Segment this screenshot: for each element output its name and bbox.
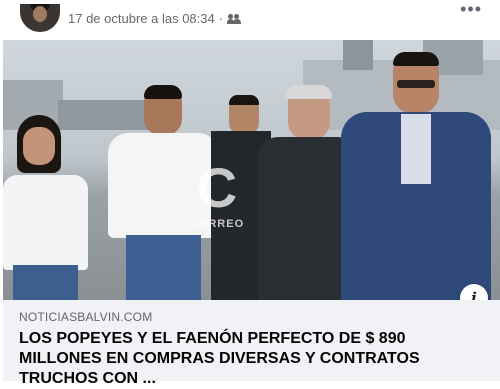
link-domain: NOTICIASBALVIN.COM — [19, 310, 153, 324]
post-photo[interactable]: C CORREO — [3, 40, 500, 300]
friends-icon[interactable] — [227, 13, 242, 25]
watermark-text: CORREO — [189, 218, 245, 230]
more-options-button[interactable]: ••• — [460, 0, 482, 18]
watermark-logo: C — [196, 156, 238, 219]
post-header: 17 de octubre a las 08:34 · ••• — [0, 0, 500, 40]
link-headline[interactable]: LOS POPEYES Y EL FAENÓN PERFECTO DE $ 89… — [19, 329, 489, 389]
correo-watermark: C CORREO — [185, 158, 249, 246]
avatar-face — [33, 6, 47, 22]
meta-separator: · — [218, 11, 224, 26]
post-meta: 17 de octubre a las 08:34 · — [68, 11, 242, 26]
avatar[interactable] — [20, 4, 60, 32]
post-timestamp[interactable]: 17 de octubre a las 08:34 — [68, 11, 215, 26]
link-preview[interactable]: NOTICIASBALVIN.COM LOS POPEYES Y EL FAEN… — [3, 300, 500, 387]
